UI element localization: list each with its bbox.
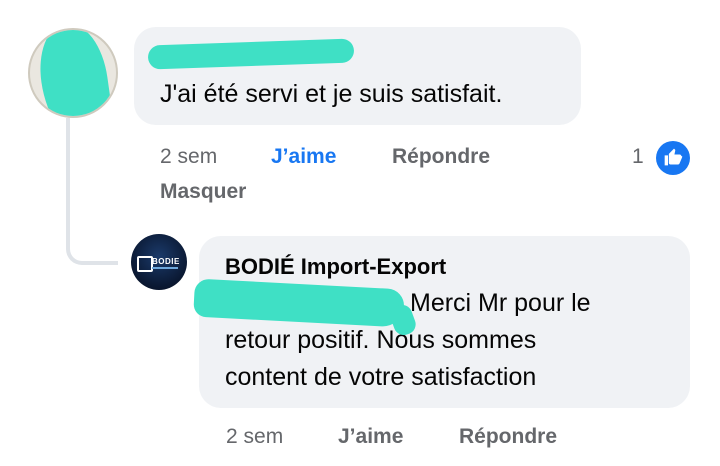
page-avatar[interactable]: BODIE bbox=[131, 234, 187, 290]
comment-thread: J'ai été servi et je suis satisfait. 2 s… bbox=[0, 0, 720, 466]
comment-bubble bbox=[134, 27, 581, 125]
thread-connector bbox=[66, 118, 118, 265]
reaction-count[interactable]: 1 bbox=[632, 145, 644, 169]
avatar-logo-text: BODIE bbox=[152, 257, 180, 266]
reply-timestamp[interactable]: 2 sem bbox=[226, 425, 283, 449]
comment-timestamp[interactable]: 2 sem bbox=[160, 145, 217, 169]
comment-text: J'ai été servi et je suis satisfait. bbox=[160, 80, 503, 108]
reply-text-line: Merci Mr pour le bbox=[410, 289, 591, 317]
logo-icon bbox=[137, 256, 153, 272]
commenter-avatar[interactable] bbox=[28, 28, 118, 118]
logo-underline bbox=[152, 267, 178, 269]
reply-author-name[interactable]: BODIÉ Import-Export bbox=[225, 254, 446, 280]
reply-text-line: content de votre satisfaction bbox=[225, 363, 537, 391]
comment-reply-button[interactable]: Répondre bbox=[392, 145, 490, 169]
reaction-badge[interactable] bbox=[654, 139, 692, 177]
comment-like-button[interactable]: J’aime bbox=[271, 145, 336, 169]
redaction-mark bbox=[33, 30, 116, 116]
reply-like-button[interactable]: J’aime bbox=[338, 425, 403, 449]
comment-hide-button[interactable]: Masquer bbox=[160, 180, 246, 204]
reply-reply-button[interactable]: Répondre bbox=[459, 425, 557, 449]
reply-text-line: retour positif. Nous sommes bbox=[225, 326, 537, 354]
thumbs-up-icon bbox=[664, 148, 683, 166]
